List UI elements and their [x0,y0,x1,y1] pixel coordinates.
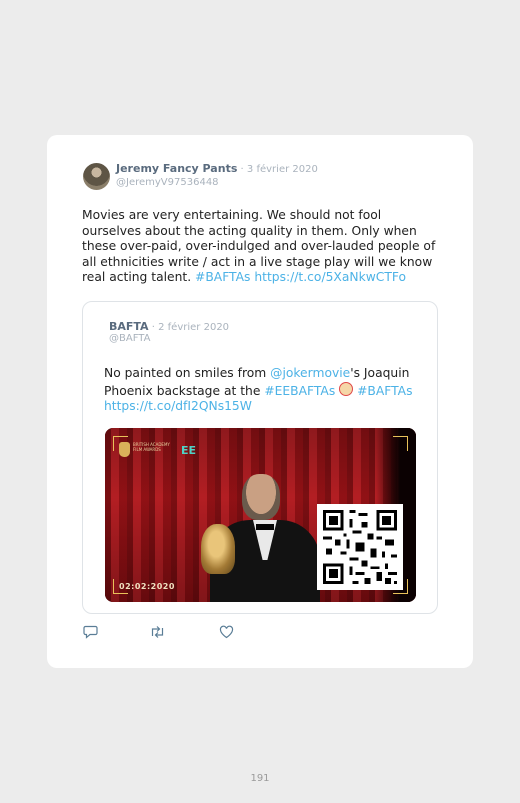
quoted-author-name[interactable]: BAFTA [109,320,149,333]
tweet-actions [83,624,243,640]
hashtag-baftas[interactable]: #BAFTAs [357,384,412,398]
qr-code-icon[interactable] [317,504,403,590]
tweet-date[interactable]: 3 février 2020 [247,164,318,175]
quoted-author-line: BAFTA · 2 février 2020 [109,320,229,333]
frame-corner [393,436,408,451]
ee-logo: EE [181,444,197,457]
media-image[interactable]: BRITISH ACADEMY FILM AWARDS EE 02:02:202… [105,428,416,602]
hashtag-link[interactable]: #BAFTAs [195,270,250,284]
person-head [242,474,280,520]
bowtie [256,524,274,530]
date-separator: · [237,164,247,175]
heart-icon[interactable] [219,624,234,643]
author-line: Jeremy Fancy Pants · 3 février 2020 [116,162,318,175]
quoted-date-separator: · [148,322,159,333]
quoted-tweet[interactable]: BAFTA · 2 février 2020 @BAFTA No painted… [82,301,438,614]
tweet-text: Movies are very entertaining. We should … [82,208,444,286]
bafta-logo-text: BRITISH ACADEMY FILM AWARDS [133,442,170,452]
avatar[interactable] [83,163,110,190]
quoted-text-before: No painted on smiles from [104,366,271,380]
mention-link[interactable]: @jokermovie [270,366,350,380]
reply-icon[interactable] [83,624,98,643]
bafta-mask-icon [119,442,130,457]
retweet-icon[interactable] [149,624,166,643]
hashtag-eebaftas[interactable]: #EEBAFTAs [264,384,335,398]
author-handle[interactable]: @JeremyV97536448 [116,177,219,188]
media-timestamp: 02:02:2020 [119,582,175,591]
quoted-text: No painted on smiles from @jokermovie's … [104,366,422,415]
author-name[interactable]: Jeremy Fancy Pants [116,162,237,175]
clown-emoji-icon [339,381,354,396]
page-number: 191 [250,773,270,784]
url-link[interactable]: https://t.co/5XaNkwCTFo [254,270,406,284]
tweet-card: Jeremy Fancy Pants · 3 février 2020 @Jer… [47,135,473,668]
quoted-handle[interactable]: @BAFTA [109,333,150,344]
bafta-award-icon [201,524,235,574]
quoted-url-link[interactable]: https://t.co/dfI2QNs15W [104,399,252,413]
quoted-date[interactable]: 2 février 2020 [158,322,229,333]
